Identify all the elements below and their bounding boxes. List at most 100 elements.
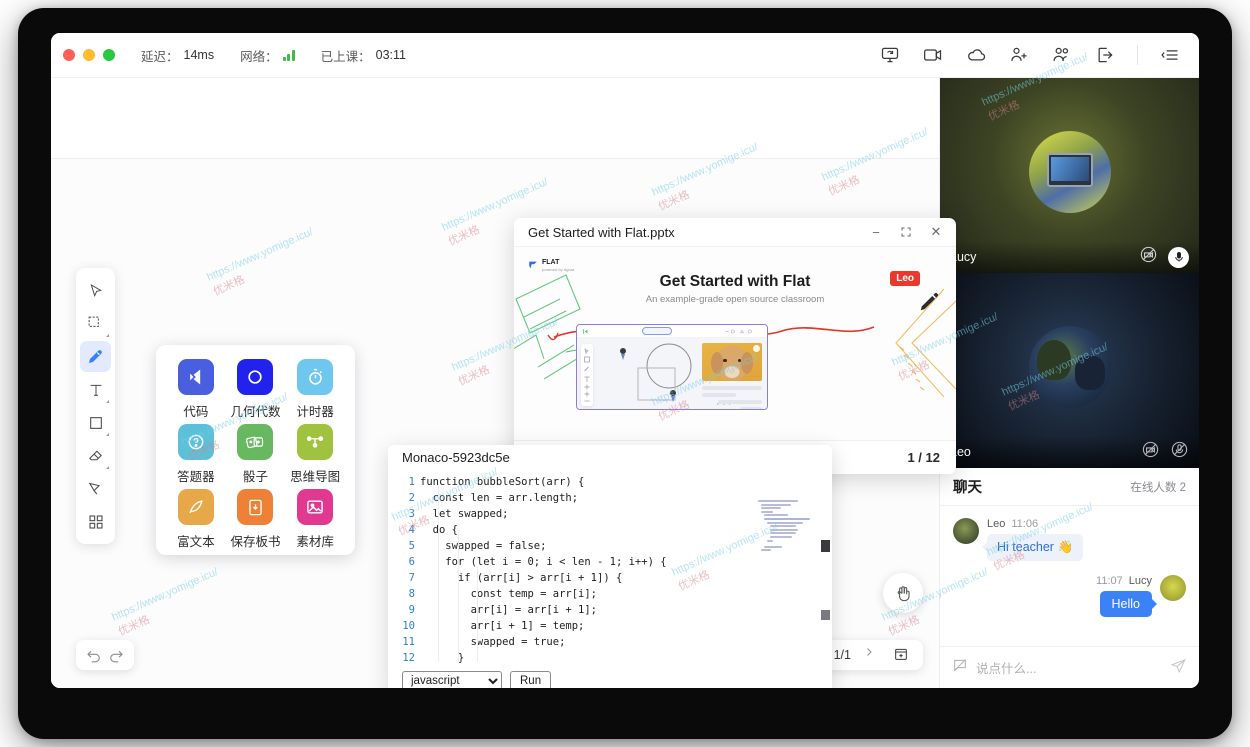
chat-input-placeholder[interactable]: 说点什么... bbox=[976, 658, 1162, 677]
undo-icon[interactable] bbox=[85, 646, 103, 664]
slide-pencil-cursor-icon bbox=[918, 291, 940, 318]
flat-logo-sub: powered by Agora bbox=[542, 266, 575, 272]
user-list-icon[interactable] bbox=[1051, 44, 1073, 66]
chat-message-incoming: Leo 11:06 Hi teacher 👋 bbox=[953, 518, 1186, 561]
video-tile-leo[interactable]: Leo bbox=[940, 273, 1199, 468]
code-editor-window[interactable]: Monaco-5923dc5e 1 2 3 4 5 6 7 8 9 10 11 … bbox=[388, 445, 832, 688]
slide-page-indicator: 1 / 12 bbox=[907, 450, 940, 465]
app-item-quiz[interactable]: 答题器 bbox=[166, 424, 226, 485]
undo-redo-controls bbox=[76, 640, 134, 670]
camera-off-icon[interactable] bbox=[1139, 245, 1158, 269]
line-number: 1 bbox=[408, 476, 415, 488]
pptx-window[interactable]: Get Started with Flat.pptx − ✕ FLAT powe… bbox=[514, 218, 956, 474]
apps-panel: 代码 几何代数 计时器 答题器 骰子 思维导图 富文本 保存板书 素材库 bbox=[156, 345, 355, 555]
minimize-window-button[interactable] bbox=[83, 49, 95, 61]
line-number: 8 bbox=[408, 588, 415, 600]
video-tile-lucy[interactable]: Lucy bbox=[940, 78, 1199, 273]
line-number: 11 bbox=[402, 636, 415, 648]
mic-off-icon[interactable] bbox=[1170, 440, 1189, 464]
mic-on-icon[interactable] bbox=[1168, 246, 1189, 268]
text-tool[interactable] bbox=[80, 374, 111, 405]
right-sidebar: Lucy Leo 聊天 在线人数 2 Leo 11:06 Hi teacher … bbox=[939, 78, 1199, 688]
app-item-save-board[interactable]: 保存板书 bbox=[226, 489, 286, 550]
avatar bbox=[953, 518, 979, 544]
pptx-titlebar: Get Started with Flat.pptx − ✕ bbox=[514, 218, 956, 247]
app-item-timer[interactable]: 计时器 bbox=[285, 359, 345, 420]
next-page-button[interactable] bbox=[863, 646, 881, 664]
tool-expand-corner bbox=[106, 334, 109, 337]
chat-header: 聊天 在线人数 2 bbox=[940, 468, 1199, 506]
add-page-icon[interactable] bbox=[893, 646, 911, 664]
marquee-select-tool[interactable] bbox=[80, 308, 111, 339]
cloud-storage-icon[interactable] bbox=[965, 44, 987, 66]
select-tool[interactable] bbox=[80, 275, 111, 306]
message-time: 11:06 bbox=[1011, 518, 1039, 530]
chat-input-bar[interactable]: 说点什么... bbox=[940, 646, 1199, 688]
window-traffic-lights[interactable] bbox=[63, 49, 115, 61]
avatar bbox=[1028, 325, 1111, 408]
video-name-bar: Lucy bbox=[940, 241, 1199, 273]
maximize-icon[interactable] bbox=[892, 221, 920, 243]
code-scrollbar[interactable] bbox=[821, 500, 830, 625]
app-label: 几何代数 bbox=[230, 405, 281, 419]
window-titlebar: 延迟： 14ms 网络： 已上课： 03:11 bbox=[51, 33, 1199, 78]
panel-toggle-icon[interactable] bbox=[1159, 44, 1181, 66]
scrollbar-thumb[interactable] bbox=[821, 540, 830, 552]
code-line-numbers: 1 2 3 4 5 6 7 8 9 10 11 12 bbox=[388, 470, 420, 665]
network-label: 网络： bbox=[240, 49, 278, 64]
app-label: 保存板书 bbox=[230, 535, 281, 549]
app-item-code[interactable]: 代码 bbox=[166, 359, 226, 420]
message-sender: Leo bbox=[987, 518, 1006, 530]
pptx-slide[interactable]: FLAT powered by Agora Get Started with F… bbox=[514, 247, 956, 440]
slide-subtitle: An example-grade open source classroom bbox=[645, 294, 825, 305]
toolbar-divider bbox=[1137, 45, 1138, 65]
screen-share-icon[interactable] bbox=[879, 44, 901, 66]
whiteboard-area[interactable]: 代码 几何代数 计时器 答题器 骰子 思维导图 富文本 保存板书 素材库 Get… bbox=[51, 78, 956, 688]
tool-expand-corner bbox=[106, 433, 109, 436]
camera-off-icon[interactable] bbox=[1141, 440, 1160, 464]
asset-library-icon bbox=[297, 489, 334, 525]
app-label: 答题器 bbox=[177, 470, 215, 484]
richtext-icon bbox=[177, 489, 214, 525]
video-status-icons bbox=[1141, 440, 1189, 464]
device-frame: 延迟： 14ms 网络： 已上课： 03:11 代码 几何代数 计时器 答题器 … bbox=[18, 8, 1232, 739]
send-icon[interactable] bbox=[1170, 657, 1187, 679]
maximize-window-button[interactable] bbox=[103, 49, 115, 61]
hand-tool-button[interactable] bbox=[883, 573, 923, 613]
app-window: 延迟： 14ms 网络： 已上课： 03:11 代码 几何代数 计时器 答题器 … bbox=[51, 33, 1199, 688]
latency-status: 延迟： 14ms bbox=[141, 46, 214, 65]
code-editor-body[interactable]: 1 2 3 4 5 6 7 8 9 10 11 12 function bubb… bbox=[388, 470, 832, 665]
app-item-dice[interactable]: 骰子 bbox=[226, 424, 286, 485]
exit-icon[interactable] bbox=[1094, 44, 1116, 66]
mute-chat-icon[interactable] bbox=[952, 657, 968, 678]
minimize-icon[interactable]: − bbox=[862, 221, 890, 243]
redo-icon[interactable] bbox=[107, 646, 125, 664]
code-minimap[interactable] bbox=[758, 500, 820, 650]
app-label: 思维导图 bbox=[290, 470, 341, 484]
app-item-mindmap[interactable]: 思维导图 bbox=[285, 424, 345, 485]
mockup-dog-photo bbox=[702, 343, 762, 381]
video-camera-icon[interactable] bbox=[922, 44, 944, 66]
app-item-richtext[interactable]: 富文本 bbox=[166, 489, 226, 550]
language-select[interactable]: javascript bbox=[402, 670, 502, 688]
slide-app-mockup bbox=[576, 324, 768, 410]
mindmap-icon bbox=[297, 424, 334, 460]
shape-tool[interactable] bbox=[80, 407, 111, 438]
clear-tool[interactable] bbox=[80, 473, 111, 504]
line-number: 4 bbox=[408, 524, 415, 536]
close-window-button[interactable] bbox=[63, 49, 75, 61]
scrollbar-thumb[interactable] bbox=[821, 610, 830, 620]
app-item-asset-library[interactable]: 素材库 bbox=[285, 489, 345, 550]
line-number: 6 bbox=[408, 556, 415, 568]
app-item-geogebra[interactable]: 几何代数 bbox=[226, 359, 286, 420]
chat-messages[interactable]: Leo 11:06 Hi teacher 👋 11:07 Lucy Hello bbox=[940, 506, 1199, 646]
mockup-text-lines bbox=[702, 386, 762, 409]
pencil-tool[interactable] bbox=[80, 341, 111, 372]
eraser-tool[interactable] bbox=[80, 440, 111, 471]
app-label: 计时器 bbox=[296, 405, 334, 419]
message-bubble: Hi teacher 👋 bbox=[981, 534, 1084, 561]
close-icon[interactable]: ✕ bbox=[922, 221, 950, 243]
apps-tool[interactable] bbox=[80, 506, 111, 537]
run-button[interactable]: Run bbox=[510, 670, 552, 688]
invite-user-icon[interactable] bbox=[1008, 44, 1030, 66]
